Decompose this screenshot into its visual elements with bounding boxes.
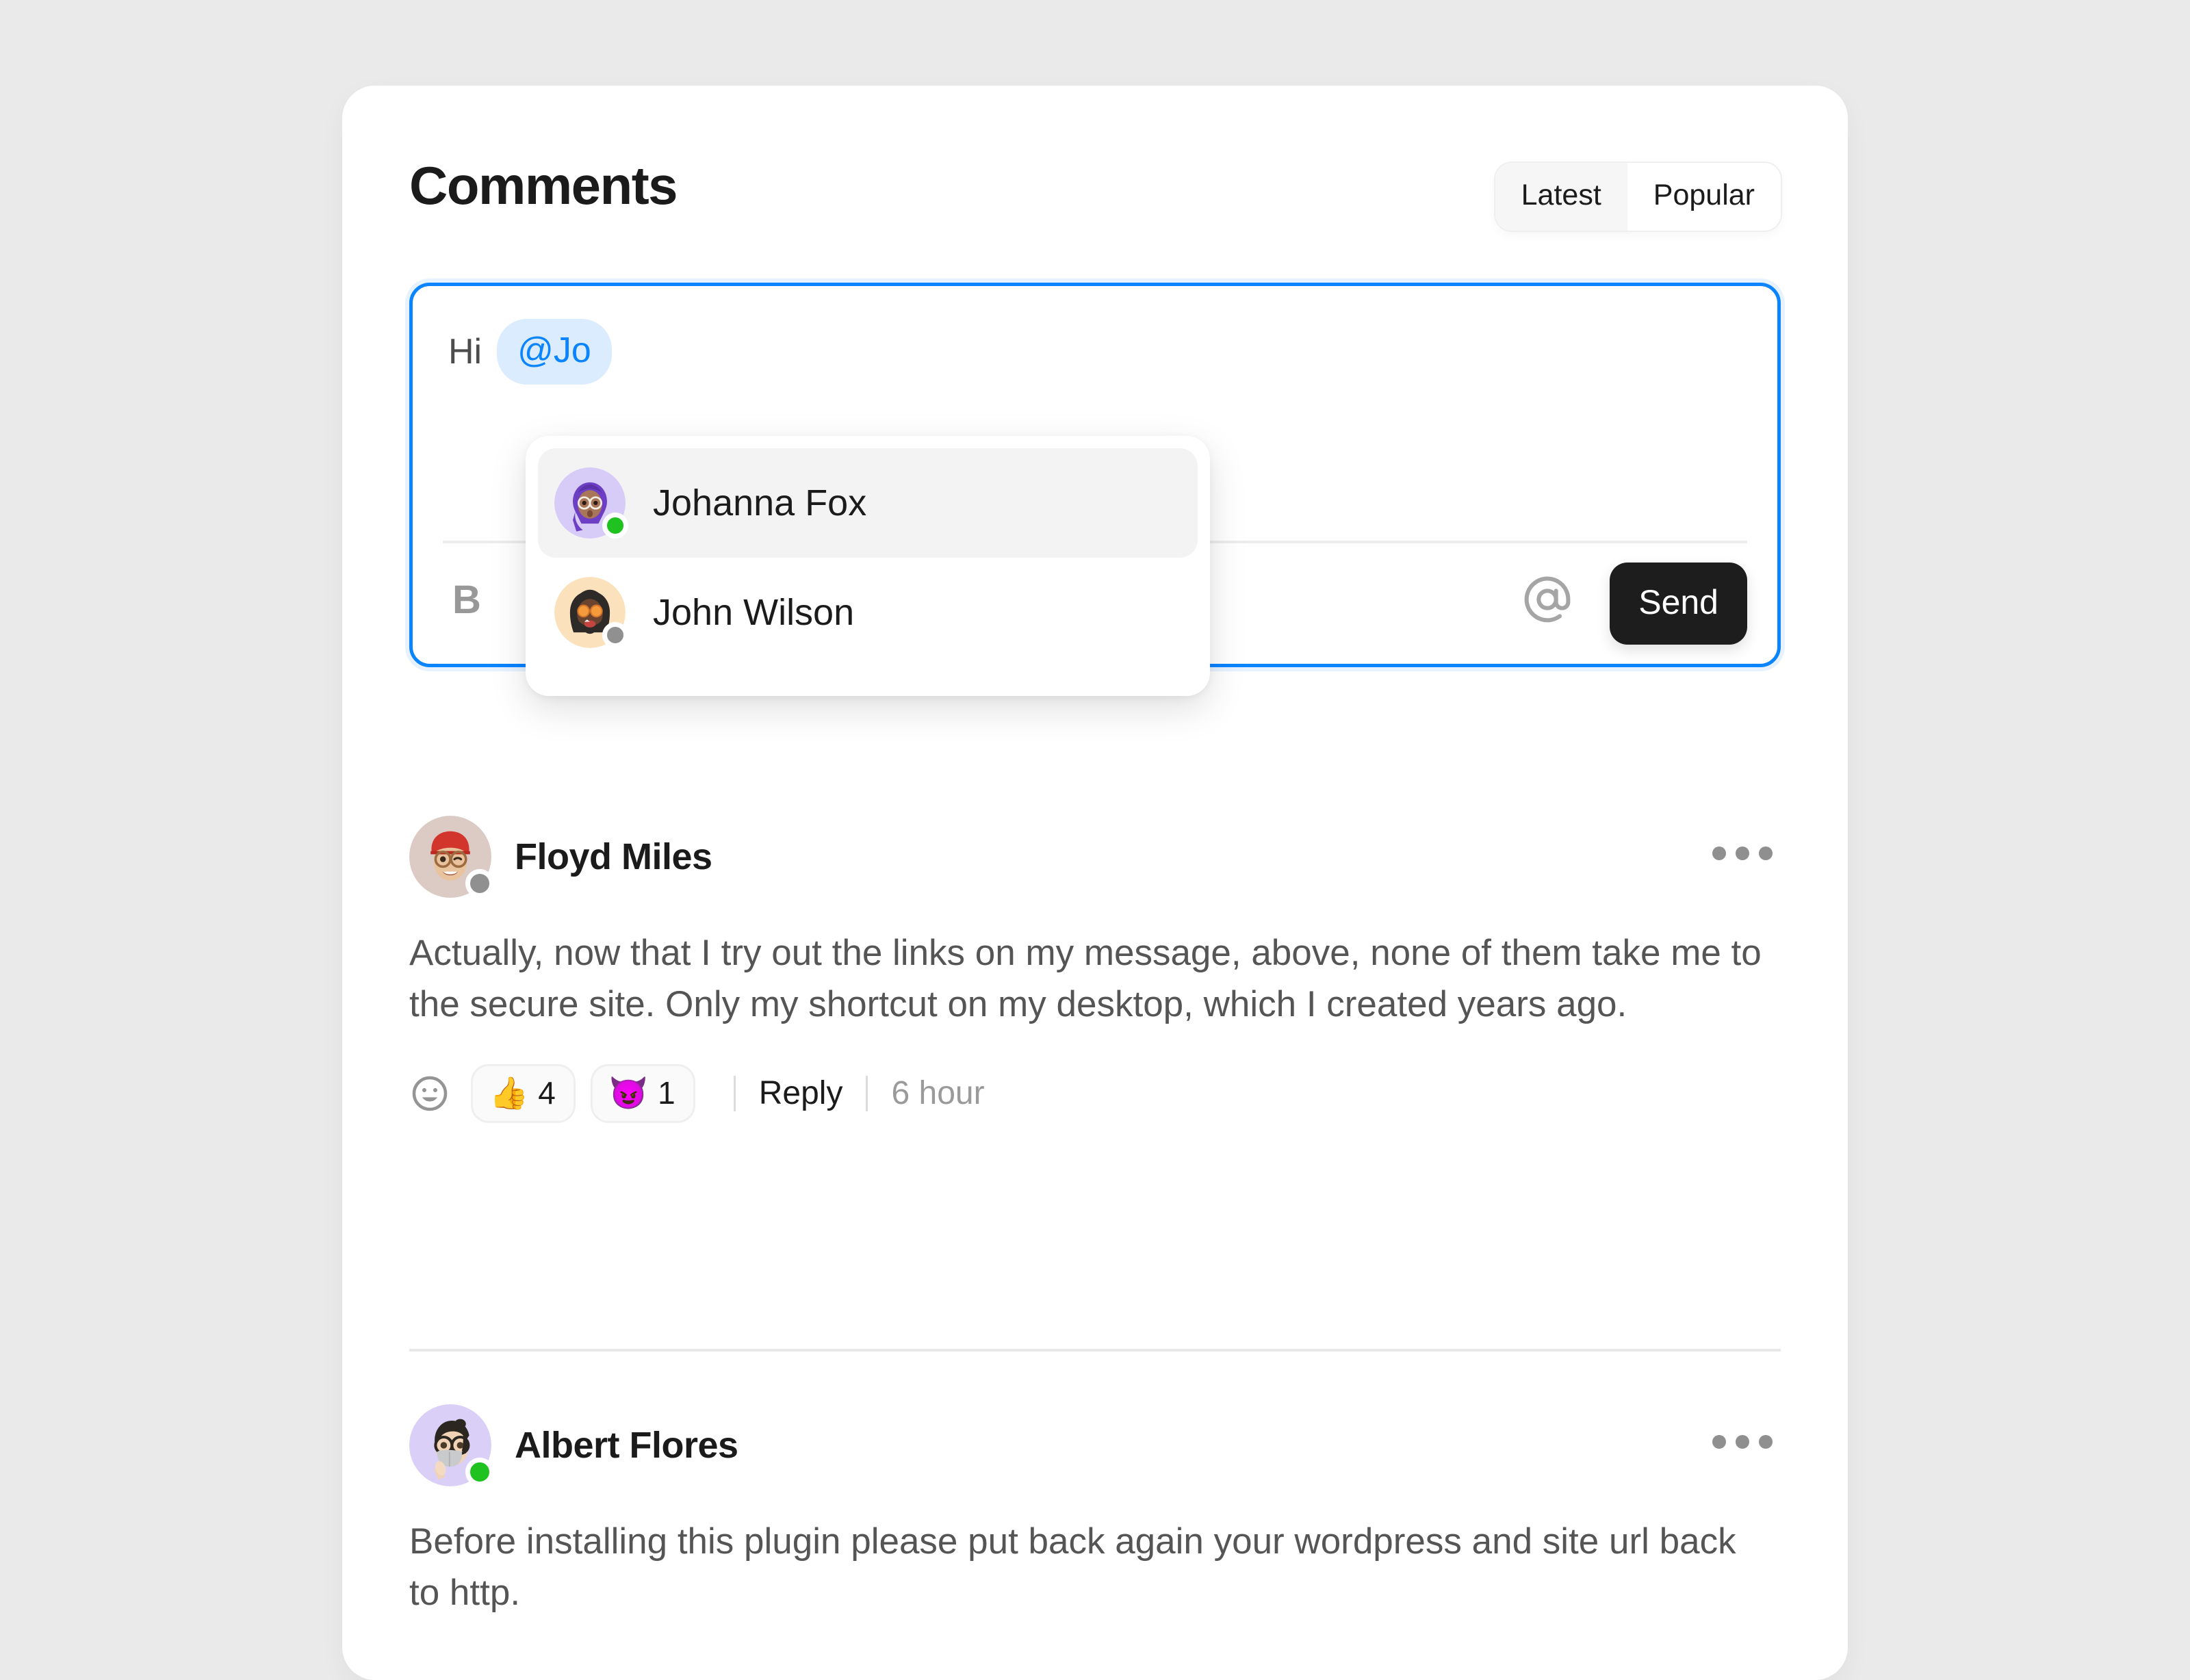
avatar xyxy=(554,577,628,648)
comment-actions: 👍 4 😈 1 Reply 6 hour xyxy=(409,1061,1781,1126)
mention-chip[interactable]: @Jo xyxy=(497,319,612,385)
avatar xyxy=(554,467,628,539)
mention-suggestions-dropdown[interactable]: Johanna Fox John Wilson xyxy=(526,436,1210,696)
dot xyxy=(1712,847,1726,860)
comment-header: Floyd Miles xyxy=(409,816,1781,898)
page-title: Comments xyxy=(409,155,678,216)
mention-suggestion-label: John Wilson xyxy=(653,592,855,633)
dot xyxy=(1712,1435,1726,1449)
divider xyxy=(866,1075,868,1111)
composer-content[interactable]: Hi @Jo xyxy=(448,319,612,385)
mention-suggestion-johanna-fox[interactable]: Johanna Fox xyxy=(538,448,1198,558)
at-icon[interactable] xyxy=(1521,573,1573,625)
more-options-icon[interactable] xyxy=(1704,838,1781,868)
avatar[interactable] xyxy=(409,1404,494,1486)
status-dot-offline xyxy=(602,622,628,648)
smiling-imp-icon: 😈 xyxy=(608,1074,649,1111)
status-dot-online xyxy=(602,513,628,539)
bold-icon[interactable]: B xyxy=(452,580,481,620)
dot xyxy=(1736,847,1749,860)
status-dot-online xyxy=(465,1458,494,1486)
reaction-count: 4 xyxy=(538,1074,556,1111)
avatar[interactable] xyxy=(409,816,494,898)
reaction-count: 1 xyxy=(658,1074,675,1111)
divider xyxy=(733,1075,736,1111)
timestamp: 6 hour xyxy=(891,1074,985,1111)
comment-author: Floyd Miles xyxy=(515,836,712,877)
comments-card: Comments Latest Popular Hi @Jo B Send Jo… xyxy=(342,86,1848,1680)
comment-item: Floyd Miles Actually, now that I try out… xyxy=(409,816,1781,1126)
comment-separator xyxy=(409,1349,1781,1352)
reaction-thumbs-up[interactable]: 👍 4 xyxy=(471,1063,576,1123)
comment-header: Albert Flores xyxy=(409,1404,1781,1486)
reply-link[interactable]: Reply xyxy=(759,1076,843,1110)
sort-toggle[interactable]: Latest Popular xyxy=(1495,163,1781,231)
comment-item: Albert Flores Before installing this plu… xyxy=(409,1404,1781,1619)
dot xyxy=(1759,1435,1773,1449)
dot xyxy=(1736,1435,1749,1449)
composer-text-prefix: Hi xyxy=(448,332,482,372)
send-button[interactable]: Send xyxy=(1610,563,1747,645)
card-header: Comments Latest Popular xyxy=(409,157,1781,233)
more-options-icon[interactable] xyxy=(1704,1427,1781,1457)
status-dot-offline xyxy=(465,869,494,898)
reaction-devil[interactable]: 😈 1 xyxy=(590,1063,695,1123)
add-reaction-icon[interactable] xyxy=(409,1073,450,1114)
mention-suggestion-john-wilson[interactable]: John Wilson xyxy=(538,558,1198,667)
mention-suggestion-label: Johanna Fox xyxy=(653,482,867,524)
dot xyxy=(1759,847,1773,860)
sort-option-latest[interactable]: Latest xyxy=(1495,163,1627,231)
comment-body: Actually, now that I try out the links o… xyxy=(409,933,1762,1025)
sort-option-popular[interactable]: Popular xyxy=(1627,163,1781,231)
comment-body: Before installing this plugin please put… xyxy=(409,1521,1736,1614)
thumbs-up-icon: 👍 xyxy=(489,1074,529,1111)
comment-author: Albert Flores xyxy=(515,1425,738,1466)
